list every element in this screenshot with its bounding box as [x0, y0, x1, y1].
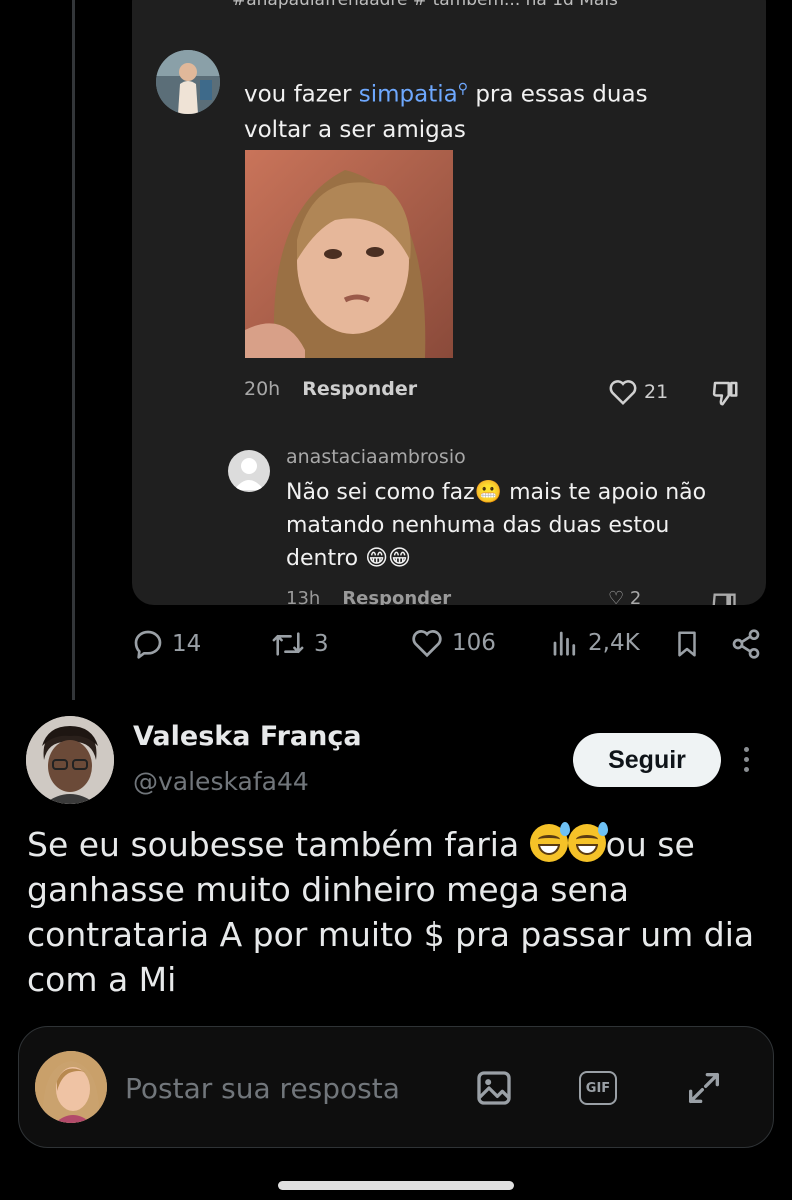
simpatia-link[interactable]: simpatia	[359, 82, 458, 108]
commenter-avatar[interactable]	[156, 50, 220, 114]
follow-button[interactable]: Seguir	[573, 733, 721, 787]
reply-button[interactable]: Responder	[342, 588, 451, 605]
author-avatar[interactable]	[26, 716, 114, 804]
gif-icon[interactable]: GIF	[575, 1065, 621, 1111]
thread-line	[72, 0, 75, 700]
reply-count-button[interactable]: 14	[132, 628, 201, 660]
reply-input[interactable]	[123, 1065, 457, 1111]
embedded-comment-card: #anapaulafrenaadre # tambem... há 1d Mai…	[132, 0, 766, 605]
expand-icon[interactable]	[681, 1065, 727, 1111]
repost-button[interactable]: 3	[270, 628, 329, 660]
reply-composer: GIF	[18, 1026, 774, 1148]
tweet-text: Se eu soubesse também faria ou se ganhas…	[27, 822, 767, 1002]
dislike-icon[interactable]	[710, 378, 740, 412]
search-icon[interactable]: ⚲	[458, 81, 468, 97]
cropped-text: #anapaulafrenaadre # tambem... há 1d Mai…	[232, 0, 618, 10]
author-handle[interactable]: @valeskafa44	[133, 767, 309, 796]
comment-like-button[interactable]: 21	[608, 378, 668, 406]
repost-icon	[272, 632, 304, 656]
views-button[interactable]: 2,4K	[550, 628, 640, 658]
sweat-smile-emoji	[529, 822, 570, 862]
reply-user-avatar[interactable]	[228, 450, 270, 492]
reply-text: Não sei como faz😬 mais te apoio não mata…	[286, 480, 707, 571]
author-name[interactable]: Valeska França	[133, 721, 362, 752]
heart-icon	[412, 630, 442, 658]
like-button[interactable]: 106	[410, 628, 496, 658]
reply-meta: 13h Responder	[286, 588, 451, 605]
reply-like-button[interactable]: ♡ 2	[608, 588, 641, 605]
more-icon[interactable]	[736, 742, 756, 778]
dislike-icon[interactable]	[710, 590, 738, 605]
comment-photo[interactable]	[245, 150, 453, 358]
reply-username[interactable]: anastaciaambrosio	[286, 446, 466, 468]
home-indicator[interactable]	[278, 1181, 514, 1190]
sweat-smile-emoji	[567, 822, 608, 862]
share-icon[interactable]	[730, 628, 762, 660]
comment-meta: 20h Responder	[244, 378, 418, 400]
heart-icon	[609, 380, 637, 406]
reply-button[interactable]: Responder	[302, 378, 417, 400]
tweet-action-bar: 14 3 106 2,4K	[132, 628, 772, 668]
bookmark-icon[interactable]	[672, 628, 702, 660]
my-avatar	[35, 1051, 107, 1123]
image-icon[interactable]	[471, 1065, 517, 1111]
comment-text: vou fazer simpatia⚲ pra essas duas volta…	[244, 81, 648, 143]
views-icon	[553, 631, 576, 656]
reply-icon	[134, 630, 162, 659]
